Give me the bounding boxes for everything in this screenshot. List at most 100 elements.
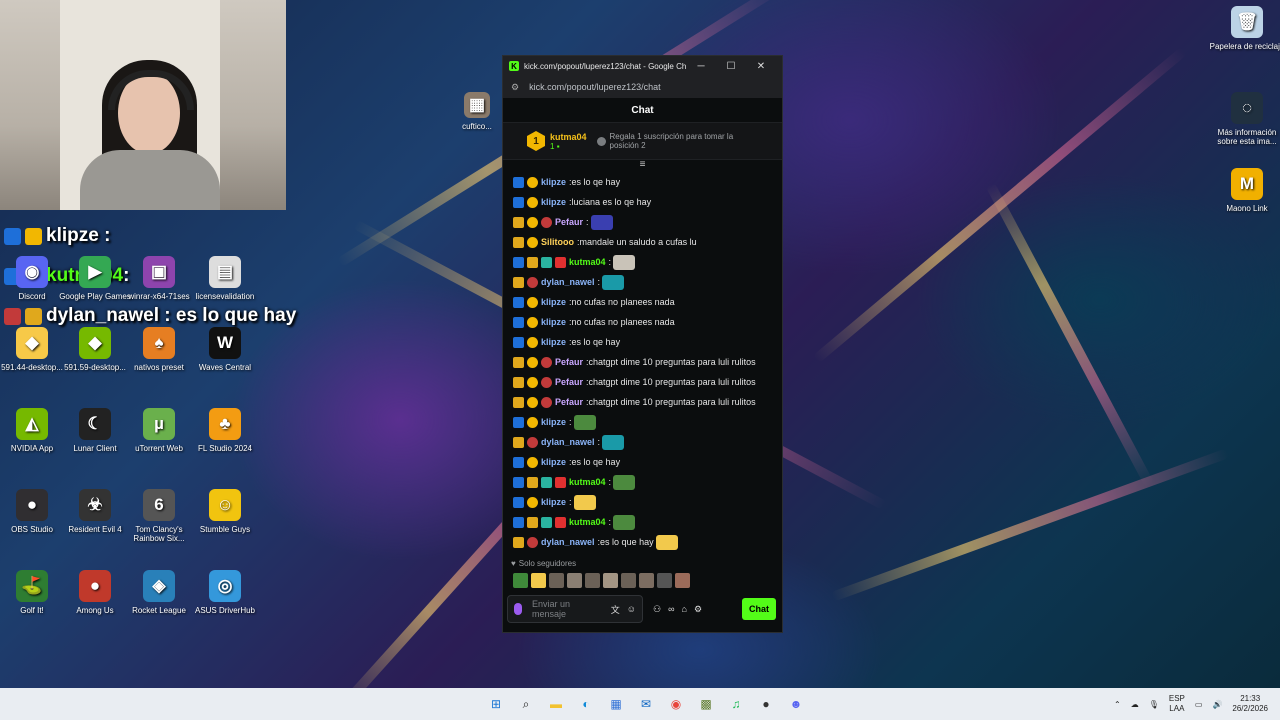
chat-message[interactable]: klipze:	[513, 492, 772, 512]
chat-message[interactable]: dylan_nawel:	[513, 432, 772, 452]
chat-username[interactable]: kutma04	[569, 517, 606, 527]
moderator-badge-icon[interactable]	[513, 416, 524, 428]
follower-badge-icon[interactable]	[527, 416, 538, 428]
emote-icon[interactable]	[602, 434, 625, 450]
crown-badge-icon[interactable]	[513, 376, 524, 388]
emote-icon[interactable]	[531, 572, 546, 588]
chat-message[interactable]: klipze: es lo qe hay	[513, 332, 772, 352]
follower-badge-icon[interactable]	[527, 396, 538, 408]
crown-badge-icon[interactable]	[513, 536, 524, 548]
chat-username[interactable]: Pefaur	[555, 397, 583, 407]
outlook-icon[interactable]: ✉	[634, 692, 658, 716]
moderator-badge-icon[interactable]	[513, 316, 524, 328]
chat-username[interactable]: klipze	[541, 297, 566, 307]
close-button[interactable]: ✕	[746, 61, 776, 72]
moderator-badge-icon[interactable]	[513, 336, 524, 348]
network-icon[interactable]: ☁	[1131, 700, 1139, 709]
follower-badge-icon[interactable]	[527, 316, 538, 328]
follower-badge-icon[interactable]	[527, 196, 538, 208]
desktop-icon[interactable]: M Maono Link	[1208, 168, 1280, 213]
follower-badge-icon[interactable]	[527, 496, 538, 508]
infinity-icon[interactable]: ∞	[668, 604, 674, 614]
chat-username[interactable]: klipze	[541, 197, 566, 207]
volume-icon[interactable]: 🔊	[1212, 700, 1222, 709]
chat-username[interactable]: Pefaur	[555, 377, 583, 387]
emote-icon[interactable]	[585, 572, 600, 588]
subscriber-badge-icon[interactable]	[555, 256, 566, 268]
windows-start-icon[interactable]: ⊞	[484, 692, 508, 716]
crown-badge-icon[interactable]	[513, 236, 524, 248]
site-info-icon[interactable]: ⚙	[511, 82, 519, 93]
discord-taskbar-icon[interactable]: ☻	[784, 692, 808, 716]
moderator-badge-icon[interactable]	[513, 256, 524, 268]
minimize-button[interactable]: ─	[686, 61, 716, 72]
users-icon[interactable]: ⚇	[653, 604, 661, 615]
pinned-gifter-banner[interactable]: 1 kutma04 1 ▪ Regala 1 suscripción para …	[503, 122, 782, 160]
chat-username[interactable]: klipze	[541, 317, 566, 327]
moderator-badge-icon[interactable]	[513, 456, 524, 468]
chat-message[interactable]: kutma04:	[513, 252, 772, 272]
search-icon[interactable]: ⌕	[514, 692, 538, 716]
vip-badge-icon[interactable]	[527, 436, 538, 448]
gift-subscription-prompt[interactable]: Regala 1 suscripción para tomar la posic…	[596, 132, 747, 150]
vip-badge-icon[interactable]	[541, 376, 552, 388]
chat-username[interactable]: klipze	[541, 417, 566, 427]
emote-icon[interactable]	[602, 274, 625, 290]
chat-message[interactable]: klipze: es lo qe hay	[513, 172, 772, 192]
emote-icon[interactable]	[573, 414, 596, 430]
crown-badge-icon[interactable]	[527, 256, 538, 268]
emoji-icon[interactable]: ☺	[627, 604, 636, 614]
chat-username[interactable]: Pefaur	[555, 357, 583, 367]
og-badge-icon[interactable]	[541, 256, 552, 268]
moderator-badge-icon[interactable]	[513, 516, 524, 528]
chat-username[interactable]: kutma04	[569, 477, 606, 487]
microphone-icon[interactable]	[514, 603, 522, 615]
file-explorer-icon[interactable]: ▬	[544, 692, 568, 716]
emote-icon[interactable]	[621, 572, 636, 588]
desktop-icon[interactable]: ♣ FL Studio 2024	[186, 408, 264, 453]
crown-badge-icon[interactable]	[513, 216, 524, 228]
chat-username[interactable]: klipze	[541, 497, 566, 507]
follower-badge-icon[interactable]	[527, 376, 538, 388]
chat-username[interactable]: Silitooo	[541, 237, 574, 247]
chat-message[interactable]: kutma04:	[513, 512, 772, 532]
chat-username[interactable]: dylan_nawel	[541, 537, 595, 547]
desktop-small-icon[interactable]: ▦ cuftico...	[452, 92, 502, 131]
settings-gear-icon[interactable]: ⚙	[694, 604, 702, 615]
vip-badge-icon[interactable]	[541, 356, 552, 368]
chat-message[interactable]: Pefaur: chatgpt dime 10 preguntas para l…	[513, 392, 772, 412]
chrome-icon[interactable]: ◉	[664, 692, 688, 716]
clock[interactable]: 21:33 26/2/2026	[1232, 694, 1268, 714]
address-bar[interactable]: ⚙ kick.com/popout/luperez123/chat	[503, 76, 782, 98]
translate-icon[interactable]: 文	[611, 603, 620, 616]
crown-badge-icon[interactable]	[513, 436, 524, 448]
chevron-up-icon[interactable]: ⌃	[1114, 700, 1121, 709]
desktop-icon[interactable]: ◌ Más información sobre esta ima...	[1208, 92, 1280, 146]
chat-username[interactable]: klipze	[541, 457, 566, 467]
emote-icon[interactable]	[549, 572, 564, 588]
follower-badge-icon[interactable]	[527, 356, 538, 368]
follower-badge-icon[interactable]	[527, 176, 538, 188]
chat-message[interactable]: Pefaur: chatgpt dime 10 preguntas para l…	[513, 372, 772, 392]
moderator-badge-icon[interactable]	[513, 296, 524, 308]
emote-icon[interactable]	[657, 572, 672, 588]
desktop-icon[interactable]: ▤ licensevalidation	[186, 256, 264, 301]
microphone-tray-icon[interactable]: 🎙	[1149, 700, 1159, 709]
emote-icon[interactable]	[513, 572, 528, 588]
moderator-badge-icon[interactable]	[513, 176, 524, 188]
emote-icon[interactable]	[639, 572, 654, 588]
vip-badge-icon[interactable]	[527, 276, 538, 288]
store-icon[interactable]: ▦	[604, 692, 628, 716]
edge-icon[interactable]: ◐	[574, 692, 598, 716]
emote-icon[interactable]	[573, 494, 596, 510]
chat-filter-icon[interactable]: ≡	[503, 160, 782, 172]
chat-message[interactable]: Pefaur: chatgpt dime 10 preguntas para l…	[513, 352, 772, 372]
minecraft-icon[interactable]: ▩	[694, 692, 718, 716]
language-indicator[interactable]: ESP LAA	[1169, 694, 1185, 714]
chat-message[interactable]: Pefaur:	[513, 212, 772, 232]
maximize-button[interactable]: ☐	[716, 61, 746, 72]
emote-icon[interactable]	[567, 572, 582, 588]
crown-badge-icon[interactable]	[527, 516, 538, 528]
chat-message[interactable]: dylan_nawel: es lo que hay	[513, 532, 772, 552]
chat-username[interactable]: klipze	[541, 177, 566, 187]
